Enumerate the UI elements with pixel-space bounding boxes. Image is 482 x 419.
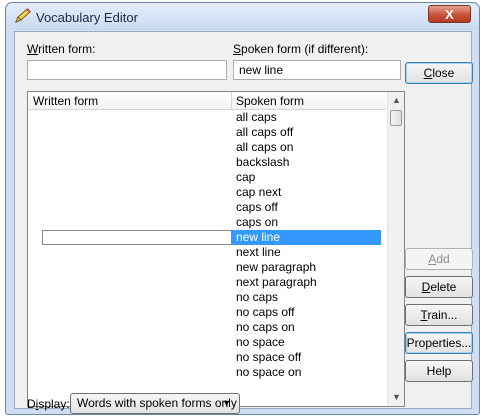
list-item[interactable]: all caps off xyxy=(28,125,386,140)
list-item[interactable]: no caps off xyxy=(28,305,386,320)
vertical-scrollbar[interactable]: ▲ ▼ xyxy=(387,92,404,406)
column-divider[interactable] xyxy=(231,92,232,109)
list-item[interactable]: no space xyxy=(28,335,386,350)
list-item[interactable]: no space on xyxy=(28,365,386,380)
list-item[interactable]: caps off xyxy=(28,200,386,215)
spoken-form-input[interactable]: new line xyxy=(233,60,401,80)
spoken-form-cell: caps on xyxy=(236,215,279,229)
spoken-form-cell: next paragraph xyxy=(236,275,317,289)
train-button[interactable]: Train... xyxy=(405,304,473,326)
list-item[interactable]: cap next xyxy=(28,185,386,200)
list-item[interactable]: no caps on xyxy=(28,320,386,335)
list-item[interactable]: next paragraph xyxy=(28,275,386,290)
spoken-form-cell: all caps off xyxy=(236,125,294,139)
window-close-button[interactable]: X xyxy=(428,5,471,23)
written-form-label: Written form: xyxy=(27,42,96,56)
chevron-down-icon: ▼ xyxy=(222,398,231,408)
list-item[interactable]: caps on xyxy=(28,215,386,230)
spoken-form-cell: no caps off xyxy=(236,305,295,319)
spoken-form-cell: cap xyxy=(236,170,256,184)
list-item[interactable]: all caps on xyxy=(28,140,386,155)
display-dropdown[interactable]: Words with spoken forms only ▼ xyxy=(70,393,240,414)
spoken-form-cell: caps off xyxy=(236,200,278,214)
spoken-form-cell: cap next xyxy=(236,185,282,199)
spoken-form-cell: no caps on xyxy=(236,320,295,334)
close-button[interactable]: Close xyxy=(405,62,473,84)
spoken-form-cell: no space off xyxy=(236,350,302,364)
spoken-form-cell: no space on xyxy=(236,365,302,379)
display-label: Display: xyxy=(27,397,70,411)
properties-button[interactable]: Properties... xyxy=(405,332,473,354)
list-item[interactable]: all caps xyxy=(28,110,386,125)
pencil-icon xyxy=(15,8,31,23)
help-button[interactable]: Help xyxy=(405,360,473,382)
spoken-form-cell: backslash xyxy=(236,155,290,169)
spoken-form-cell: all caps xyxy=(236,110,277,124)
list-item[interactable]: backslash xyxy=(28,155,386,170)
vocabulary-editor-window: Vocabulary Editor X Written form: Spoken… xyxy=(5,2,480,415)
window-title: Vocabulary Editor xyxy=(36,10,138,25)
title-bar[interactable]: Vocabulary Editor X xyxy=(6,3,479,30)
list-item[interactable]: next line xyxy=(28,245,386,260)
column-header-written-form[interactable]: Written form xyxy=(33,94,98,108)
list-item[interactable]: no space off xyxy=(28,350,386,365)
written-form-input[interactable] xyxy=(27,60,227,80)
scroll-up-icon[interactable]: ▲ xyxy=(388,92,404,109)
close-icon: X xyxy=(445,7,454,22)
list-item[interactable]: new paragraph xyxy=(28,260,386,275)
list-item[interactable]: cap xyxy=(28,170,386,185)
vocabulary-list[interactable]: Written form Spoken form all caps all cap… xyxy=(27,91,405,407)
spoken-form-cell: next line xyxy=(236,245,281,259)
list-rows: all caps all caps off all caps on backslash… xyxy=(28,110,386,380)
spoken-form-cell: all caps on xyxy=(236,140,294,154)
list-header: Written form Spoken form xyxy=(28,92,386,110)
display-dropdown-value: Words with spoken forms only xyxy=(77,396,237,410)
spoken-form-cell: new line xyxy=(231,230,381,245)
scrollbar-thumb[interactable] xyxy=(390,110,402,126)
column-header-spoken-form[interactable]: Spoken form xyxy=(236,94,304,108)
delete-button[interactable]: Delete xyxy=(405,276,473,298)
scroll-down-icon[interactable]: ▼ xyxy=(388,389,404,406)
add-button[interactable]: Add xyxy=(405,248,473,270)
spoken-form-cell: no space xyxy=(236,335,285,349)
spoken-form-cell: new paragraph xyxy=(236,260,317,274)
spoken-form-label: Spoken form (if different): xyxy=(233,42,369,56)
list-item[interactable]: new line xyxy=(28,230,386,245)
dialog-client-area: Written form: Spoken form (if different)… xyxy=(14,31,473,414)
list-item[interactable]: no caps xyxy=(28,290,386,305)
spoken-form-cell: no caps xyxy=(236,290,279,304)
